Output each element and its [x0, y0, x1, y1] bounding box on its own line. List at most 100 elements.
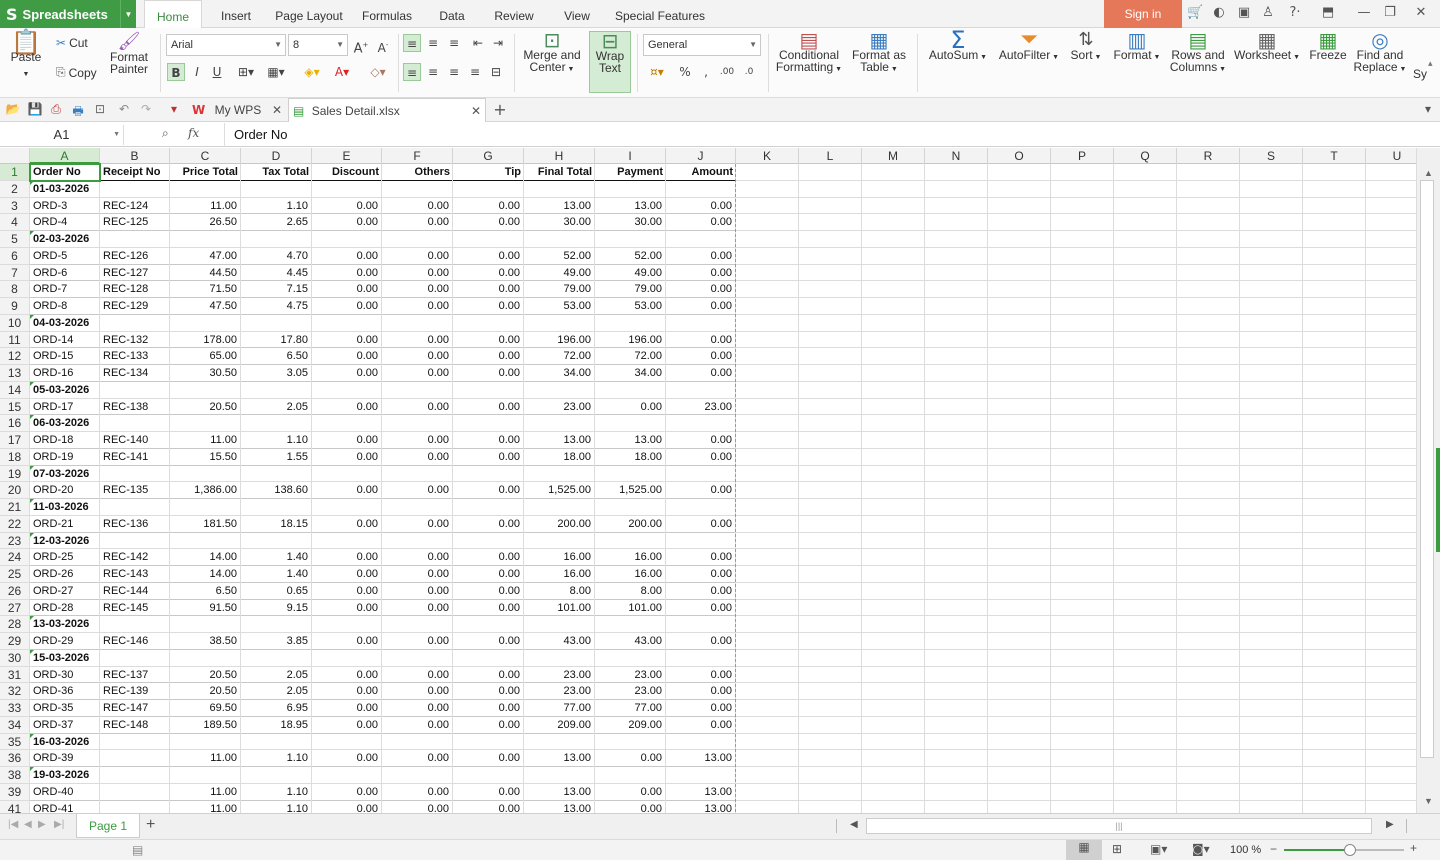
data-cell[interactable]: [100, 750, 170, 767]
row-header[interactable]: 12: [0, 348, 30, 365]
row-header[interactable]: 34: [0, 716, 30, 734]
zoom-slider[interactable]: [1284, 844, 1404, 856]
justify-icon[interactable]: ≡: [466, 63, 484, 81]
align-center-icon[interactable]: ≡: [424, 63, 442, 81]
restore-up-icon[interactable]: ⬒: [1320, 5, 1336, 23]
data-cell[interactable]: REC-127: [100, 264, 170, 282]
row-header[interactable]: 5: [0, 231, 30, 248]
data-cell[interactable]: 0.00: [382, 365, 453, 382]
decrease-decimal-icon[interactable]: .0: [740, 63, 758, 81]
data-cell[interactable]: REC-137: [100, 666, 170, 684]
row-header[interactable]: 10: [0, 314, 30, 332]
align-left-icon[interactable]: ≡: [403, 63, 421, 81]
data-cell[interactable]: REC-139: [100, 683, 170, 700]
data-cell[interactable]: 11.00: [170, 432, 241, 449]
data-cell[interactable]: REC-135: [100, 482, 170, 499]
data-cell[interactable]: ORD-3: [30, 197, 100, 215]
data-cell[interactable]: 8.00: [595, 582, 666, 600]
data-cell[interactable]: 0.00: [666, 348, 736, 365]
date-group-cell[interactable]: 05-03-2026: [30, 382, 170, 399]
data-cell[interactable]: 0.00: [312, 264, 382, 282]
data-cell[interactable]: 30.50: [170, 365, 241, 382]
data-cell[interactable]: 23.00: [524, 683, 595, 700]
find-replace-button[interactable]: ◎ Find and Replace ▼: [1352, 30, 1408, 76]
data-cell[interactable]: 0.00: [666, 448, 736, 466]
data-cell[interactable]: 2.05: [241, 666, 312, 684]
data-cell[interactable]: 2.05: [241, 683, 312, 700]
row-header[interactable]: 1: [0, 164, 30, 181]
data-cell[interactable]: 0.00: [595, 800, 666, 813]
data-cell[interactable]: 79.00: [595, 281, 666, 298]
data-cell[interactable]: 0.00: [453, 515, 524, 533]
data-cell[interactable]: 20.50: [170, 666, 241, 684]
tab-special-features[interactable]: Special Features: [612, 0, 708, 28]
date-group-cell[interactable]: 15-03-2026: [30, 650, 170, 667]
data-cell[interactable]: 1.55: [241, 448, 312, 466]
date-group-cell[interactable]: 13-03-2026: [30, 616, 170, 633]
align-right-icon[interactable]: ≡: [445, 63, 463, 81]
data-cell[interactable]: 0.00: [382, 582, 453, 600]
paste-button[interactable]: 📋 Paste ▼: [8, 30, 44, 81]
font-name-select[interactable]: Arial ▼: [166, 34, 286, 56]
data-cell[interactable]: 1.10: [241, 750, 312, 767]
data-cell[interactable]: ORD-28: [30, 599, 100, 617]
data-cell[interactable]: REC-126: [100, 247, 170, 265]
macro-record-icon[interactable]: ▤: [132, 843, 143, 857]
scroll-up-icon[interactable]: ▲: [1424, 168, 1433, 178]
data-cell[interactable]: 0.00: [382, 214, 453, 231]
row-header[interactable]: 27: [0, 599, 30, 617]
data-cell[interactable]: 0.00: [382, 398, 453, 416]
row-header[interactable]: 31: [0, 666, 30, 684]
data-cell[interactable]: 0.00: [382, 700, 453, 717]
column-header-e[interactable]: E: [312, 148, 382, 164]
scroll-left-icon[interactable]: ◀: [850, 819, 858, 830]
data-cell[interactable]: 23.00: [666, 398, 736, 416]
column-header-n[interactable]: N: [925, 148, 988, 164]
data-cell[interactable]: 0.00: [382, 783, 453, 801]
data-cell[interactable]: 0.00: [666, 599, 736, 617]
data-cell[interactable]: 209.00: [524, 716, 595, 734]
row-header[interactable]: 14: [0, 381, 30, 399]
data-cell[interactable]: 0.00: [382, 432, 453, 449]
column-header-d[interactable]: D: [241, 148, 312, 164]
data-cell[interactable]: 69.50: [170, 700, 241, 717]
data-cell[interactable]: 0.00: [382, 482, 453, 499]
ribbon-more-button[interactable]: Sy: [1412, 68, 1428, 80]
prev-sheet-icon[interactable]: ◀: [24, 819, 32, 830]
zoom-slider-thumb[interactable]: [1344, 844, 1356, 856]
data-cell[interactable]: 13.00: [524, 800, 595, 813]
freeze-button[interactable]: ▦ Freeze: [1306, 30, 1350, 61]
data-cell[interactable]: 0.00: [595, 783, 666, 801]
format-button[interactable]: ▥ Format ▼: [1111, 30, 1163, 64]
data-cell[interactable]: 0.00: [453, 683, 524, 700]
data-cell[interactable]: 38.50: [170, 633, 241, 650]
header-cell[interactable]: Others: [382, 164, 453, 181]
data-cell[interactable]: 0.00: [382, 549, 453, 566]
data-cell[interactable]: ORD-40: [30, 783, 100, 801]
data-cell[interactable]: 0.00: [453, 264, 524, 282]
last-sheet-icon[interactable]: ▶|: [54, 819, 64, 830]
data-cell[interactable]: 189.50: [170, 716, 241, 734]
data-cell[interactable]: ORD-8: [30, 298, 100, 315]
distributed-icon[interactable]: ⊟: [487, 63, 505, 81]
data-cell[interactable]: 0.00: [453, 800, 524, 813]
data-cell[interactable]: REC-133: [100, 348, 170, 365]
data-cell[interactable]: REC-132: [100, 331, 170, 349]
data-cell[interactable]: ORD-20: [30, 482, 100, 499]
zoom-in-icon[interactable]: +: [1410, 841, 1417, 855]
header-cell[interactable]: Payment: [595, 164, 666, 181]
row-header[interactable]: 11: [0, 331, 30, 349]
doc-tab-sales-detail[interactable]: ▤ Sales Detail.xlsx ✕: [288, 98, 486, 122]
data-cell[interactable]: 0.00: [453, 348, 524, 365]
column-header-q[interactable]: Q: [1114, 148, 1177, 164]
percent-icon[interactable]: %: [676, 63, 694, 81]
column-header-m[interactable]: M: [862, 148, 925, 164]
data-cell[interactable]: ORD-14: [30, 331, 100, 349]
date-group-cell[interactable]: 07-03-2026: [30, 466, 170, 483]
format-as-table-button[interactable]: ▦ Format as Table ▼: [849, 30, 909, 76]
vertical-scroll-thumb[interactable]: [1420, 180, 1434, 758]
data-cell[interactable]: 0.00: [595, 398, 666, 416]
zoom-out-icon[interactable]: −: [1270, 842, 1277, 856]
data-cell[interactable]: ORD-25: [30, 549, 100, 566]
data-cell[interactable]: 43.00: [524, 633, 595, 650]
